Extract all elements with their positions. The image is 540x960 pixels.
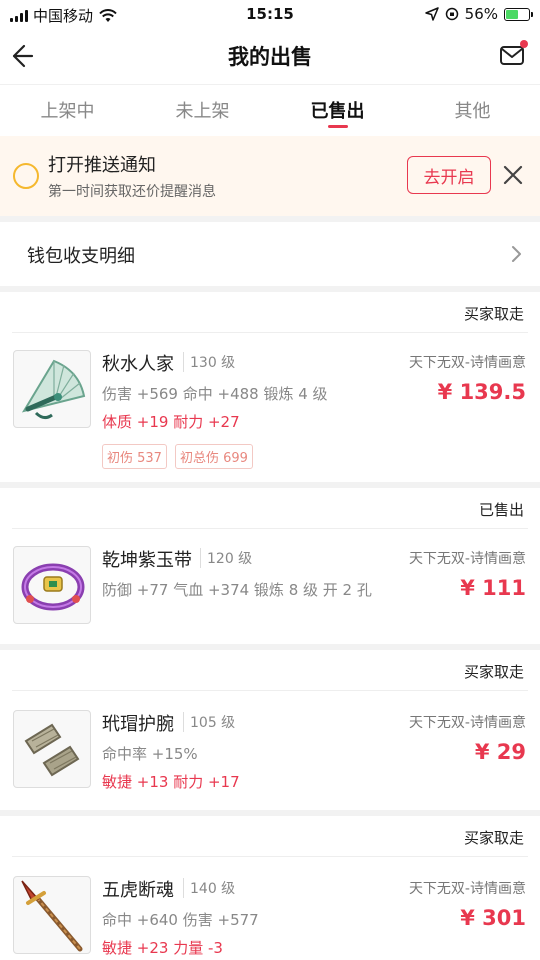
item-name: 五虎断魂 <box>102 880 174 901</box>
battery-level <box>506 9 519 19</box>
push-notice-banner: 打开推送通知 第一时间获取还价提醒消息 去开启 <box>0 136 540 216</box>
sold-item-card[interactable]: 已售出 乾坤紫玉带 120 级 天下无双-诗情画意 防御 +77 气血 +374… <box>0 488 540 644</box>
item-stats: 防御 +77 气血 +374 锻炼 8 级 开 2 孔 <box>102 581 372 599</box>
location-icon <box>424 7 439 21</box>
divider <box>12 856 528 857</box>
item-server: 天下无双-诗情画意 <box>408 881 526 897</box>
divider <box>12 690 528 691</box>
item-name: 秋水人家 <box>102 354 174 375</box>
item-tag: 初伤 537 <box>102 444 167 469</box>
item-bonus: 敏捷 +23 力量 -3 <box>102 939 223 957</box>
tab-not-listed[interactable]: 未上架 <box>135 85 270 136</box>
item-bonus: 体质 +19 耐力 +27 <box>102 413 240 431</box>
sold-item-card[interactable]: 买家取走 玳瑁护腕 105 级 天下无双-诗情画意 命中率 +15% ¥ 29 … <box>0 650 540 810</box>
item-status: 已售出 <box>478 501 524 519</box>
divider <box>12 528 528 529</box>
item-server: 天下无双-诗情画意 <box>408 551 526 567</box>
tab-on-sale[interactable]: 上架中 <box>0 85 135 136</box>
item-level: 120 级 <box>200 548 252 568</box>
item-price: ¥ 139.5 <box>437 380 526 404</box>
item-status: 买家取走 <box>463 305 524 323</box>
item-stats: 伤害 +569 命中 +488 锻炼 4 级 <box>102 385 328 403</box>
rotation-lock-icon <box>445 7 458 21</box>
item-price: ¥ 29 <box>474 740 526 764</box>
status-bar-right: 56% <box>424 5 533 23</box>
tab-bar: 上架中 未上架 已售出 其他 <box>0 84 540 136</box>
notice-subtitle: 第一时间获取还价提醒消息 <box>48 184 216 200</box>
wallet-details-row[interactable]: 钱包收支明细 <box>0 222 540 286</box>
item-name: 玳瑁护腕 <box>102 714 174 735</box>
sold-item-card[interactable]: 买家取走 秋水人家 130 级 天下无双-诗情画意 伤害 +569 命中 +48… <box>0 292 540 482</box>
item-server: 天下无双-诗情画意 <box>408 355 526 371</box>
fan-weapon-icon <box>13 350 91 428</box>
page-title: 我的出售 <box>228 45 312 69</box>
item-bonus: 敏捷 +13 耐力 +17 <box>102 773 240 791</box>
enable-push-button[interactable]: 去开启 <box>407 156 491 194</box>
battery-icon <box>504 7 533 21</box>
chevron-right-icon <box>512 246 521 262</box>
item-price: ¥ 301 <box>460 906 526 930</box>
item-stats: 命中 +640 伤害 +577 <box>102 911 259 929</box>
item-status: 买家取走 <box>463 829 524 847</box>
tab-sold[interactable]: 已售出 <box>270 85 405 136</box>
spear-weapon-icon <box>13 876 91 954</box>
nav-bar: 我的出售 <box>0 30 540 84</box>
status-bar: 中国移动 15:15 56% <box>0 0 540 30</box>
notification-ring-icon <box>13 163 39 189</box>
wallet-details-label: 钱包收支明细 <box>27 246 135 267</box>
item-server: 天下无双-诗情画意 <box>408 715 526 731</box>
sold-item-card[interactable]: 买家取走 五虎断魂 140 级 天下无双-诗情画意 命中 +640 伤害 +57… <box>0 816 540 960</box>
notice-title: 打开推送通知 <box>48 155 156 176</box>
item-level: 105 级 <box>183 712 235 732</box>
tab-other[interactable]: 其他 <box>405 85 540 136</box>
close-icon[interactable] <box>500 162 526 188</box>
bracer-icon <box>13 710 91 788</box>
item-level: 130 级 <box>183 352 235 372</box>
divider <box>12 332 528 333</box>
item-level: 140 级 <box>183 878 235 898</box>
item-stats: 命中率 +15% <box>102 745 198 763</box>
battery-percent: 56% <box>464 5 498 23</box>
item-tag: 初总伤 699 <box>175 444 253 469</box>
item-name: 乾坤紫玉带 <box>102 550 192 571</box>
unread-dot <box>520 40 528 48</box>
jade-belt-icon <box>13 546 91 624</box>
item-status: 买家取走 <box>463 663 524 681</box>
item-price: ¥ 111 <box>460 576 526 600</box>
